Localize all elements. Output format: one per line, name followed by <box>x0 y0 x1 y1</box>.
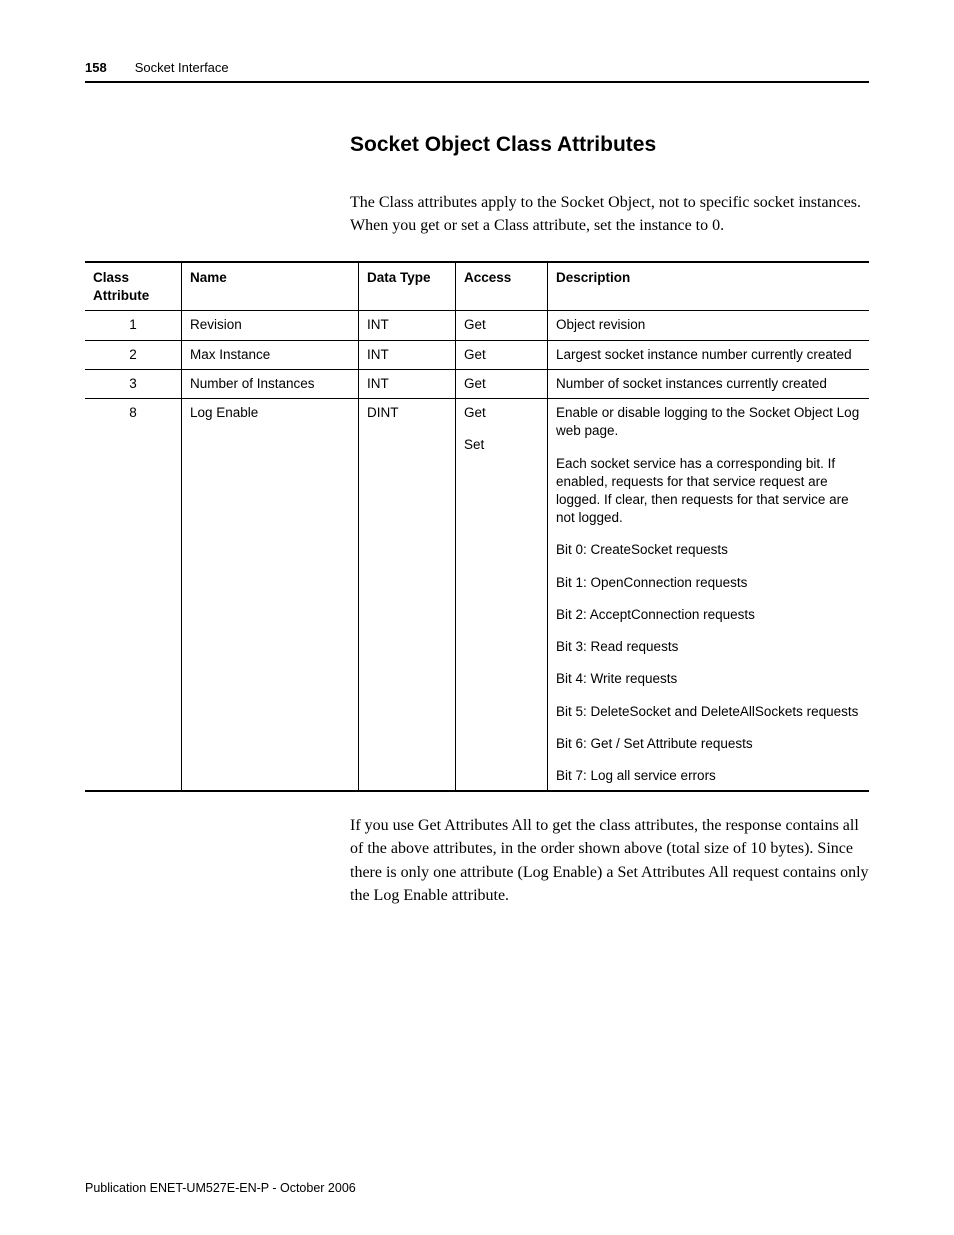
cell-attr: 1 <box>85 311 182 340</box>
desc-line: Bit 5: DeleteSocket and DeleteAllSockets… <box>556 703 861 721</box>
publication-footer: Publication ENET-UM527E-EN-P - October 2… <box>85 1181 356 1195</box>
desc-line: Bit 6: Get / Set Attribute requests <box>556 735 861 753</box>
col-header-attribute: Class Attribute <box>85 262 182 311</box>
access-line: Set <box>464 436 539 454</box>
access-line: Get <box>464 404 539 422</box>
cell-access: Get Set <box>456 399 548 792</box>
cell-type: INT <box>359 311 456 340</box>
cell-type: DINT <box>359 399 456 792</box>
section-name: Socket Interface <box>135 60 229 75</box>
cell-access: Get <box>456 369 548 398</box>
col-header-access: Access <box>456 262 548 311</box>
cell-attr: 3 <box>85 369 182 398</box>
cell-type: INT <box>359 340 456 369</box>
cell-desc: Largest socket instance number currently… <box>548 340 870 369</box>
col-header-description: Description <box>548 262 870 311</box>
cell-name: Revision <box>182 311 359 340</box>
desc-line: Bit 0: CreateSocket requests <box>556 541 861 559</box>
table-row: 3 Number of Instances INT Get Number of … <box>85 369 869 398</box>
page: 158 Socket Interface Socket Object Class… <box>0 0 954 1235</box>
after-table-paragraph: If you use Get Attributes All to get the… <box>350 814 869 907</box>
desc-line: Number of socket instances currently cre… <box>556 375 861 393</box>
desc-line: Bit 7: Log all service errors <box>556 767 861 785</box>
table-row: 8 Log Enable DINT Get Set Enable or disa… <box>85 399 869 792</box>
desc-line: Enable or disable logging to the Socket … <box>556 404 861 440</box>
desc-line: Bit 1: OpenConnection requests <box>556 574 861 592</box>
col-header-datatype: Data Type <box>359 262 456 311</box>
desc-line: Each socket service has a corresponding … <box>556 455 861 528</box>
table-row: 2 Max Instance INT Get Largest socket in… <box>85 340 869 369</box>
desc-line: Object revision <box>556 316 861 334</box>
page-header: 158 Socket Interface <box>85 60 869 83</box>
desc-line: Bit 2: AcceptConnection requests <box>556 606 861 624</box>
intro-paragraph: The Class attributes apply to the Socket… <box>350 191 869 237</box>
cell-name: Log Enable <box>182 399 359 792</box>
table-header-row: Class Attribute Name Data Type Access De… <box>85 262 869 311</box>
cell-desc: Number of socket instances currently cre… <box>548 369 870 398</box>
cell-access: Get <box>456 311 548 340</box>
desc-line: Bit 4: Write requests <box>556 670 861 688</box>
desc-line: Bit 3: Read requests <box>556 638 861 656</box>
cell-access: Get <box>456 340 548 369</box>
cell-type: INT <box>359 369 456 398</box>
cell-name: Number of Instances <box>182 369 359 398</box>
table-row: 1 Revision INT Get Object revision <box>85 311 869 340</box>
cell-desc: Object revision <box>548 311 870 340</box>
page-number: 158 <box>85 60 107 75</box>
cell-name: Max Instance <box>182 340 359 369</box>
col-header-name: Name <box>182 262 359 311</box>
class-attributes-table: Class Attribute Name Data Type Access De… <box>85 261 869 792</box>
cell-desc: Enable or disable logging to the Socket … <box>548 399 870 792</box>
desc-line: Largest socket instance number currently… <box>556 346 861 364</box>
heading: Socket Object Class Attributes <box>350 133 869 157</box>
content-block-lower: If you use Get Attributes All to get the… <box>350 814 869 907</box>
cell-attr: 8 <box>85 399 182 792</box>
content-block-upper: Socket Object Class Attributes The Class… <box>350 133 869 237</box>
cell-attr: 2 <box>85 340 182 369</box>
